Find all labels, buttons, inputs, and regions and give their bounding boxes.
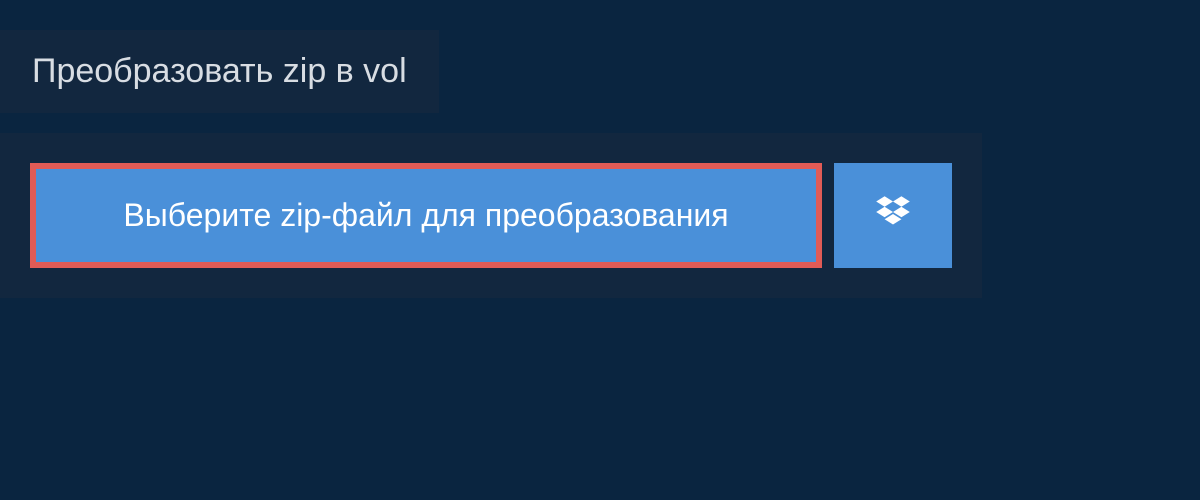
select-file-label: Выберите zip-файл для преобразования [123, 197, 728, 234]
dropbox-button[interactable] [834, 163, 952, 268]
tab-title: Преобразовать zip в vol [32, 52, 407, 90]
upload-panel: Выберите zip-файл для преобразования [0, 133, 982, 298]
select-file-button[interactable]: Выберите zip-файл для преобразования [30, 163, 822, 268]
button-row: Выберите zip-файл для преобразования [30, 163, 952, 268]
conversion-tab[interactable]: Преобразовать zip в vol [0, 30, 439, 113]
dropbox-icon [872, 192, 914, 239]
